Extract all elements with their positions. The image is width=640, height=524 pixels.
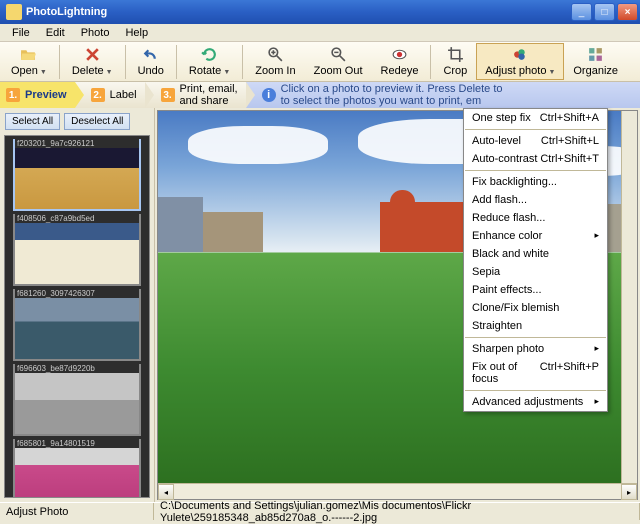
window-title: PhotoLightning <box>26 6 571 18</box>
status-path: C:\Documents and Settings\julian.gomez\M… <box>154 503 640 520</box>
step-bar: 1.Preview 2.Label 3.Print, email, and sh… <box>0 82 640 108</box>
step-print[interactable]: 3.Print, email, and share <box>145 82 246 108</box>
menu-item[interactable]: Paint effects... <box>464 281 607 299</box>
menu-item[interactable]: Add flash... <box>464 191 607 209</box>
menu-edit[interactable]: Edit <box>38 25 73 41</box>
vertical-scrollbar[interactable] <box>621 111 637 483</box>
scroll-right-button[interactable]: ▸ <box>621 484 637 500</box>
menubar: File Edit Photo Help <box>0 24 640 42</box>
statusbar: Adjust Photo C:\Documents and Settings\j… <box>0 502 640 520</box>
menu-item[interactable]: Auto-levelCtrl+Shift+L <box>464 132 607 150</box>
undo-button[interactable]: Undo <box>129 43 173 80</box>
menu-item[interactable]: Clone/Fix blemish <box>464 299 607 317</box>
menu-item[interactable]: Sepia <box>464 263 607 281</box>
deselect-all-button[interactable]: Deselect All <box>64 113 130 130</box>
adjust-photo-button[interactable]: Adjust photo▼ <box>476 43 564 80</box>
close-button[interactable]: × <box>617 3 638 21</box>
zoomout-button[interactable]: Zoom Out <box>305 43 372 80</box>
thumbnail[interactable]: f696603_be87d9220b <box>13 364 141 436</box>
menu-item[interactable]: Advanced adjustments <box>464 393 607 411</box>
thumbnail[interactable]: f408506_c87a9bd5ed <box>13 214 141 286</box>
minimize-button[interactable]: _ <box>571 3 592 21</box>
maximize-button[interactable]: □ <box>594 3 615 21</box>
thumbnail[interactable]: f203201_9a7c926121 <box>13 139 141 211</box>
menu-item[interactable]: One step fixCtrl+Shift+A <box>464 109 607 127</box>
menu-item[interactable]: Sharpen photo <box>464 340 607 358</box>
menu-item[interactable]: Straighten <box>464 317 607 335</box>
menu-file[interactable]: File <box>4 25 38 41</box>
thumbnail[interactable]: f685801_9a14801519 <box>13 439 141 498</box>
hint-bar: iClick on a photo to preview it. Press D… <box>246 82 640 108</box>
titlebar: PhotoLightning _ □ × <box>0 0 640 24</box>
adjust-photo-menu: One step fixCtrl+Shift+A Auto-levelCtrl+S… <box>463 108 608 412</box>
menu-item[interactable]: Enhance color <box>464 227 607 245</box>
menu-item[interactable]: Fix out of focusCtrl+Shift+P <box>464 358 607 388</box>
status-left: Adjust Photo <box>0 503 154 520</box>
select-all-button[interactable]: Select All <box>5 113 60 130</box>
scroll-left-button[interactable]: ◂ <box>158 484 174 500</box>
toolbar: Open▼ Delete▼ Undo Rotate▼ Zoom In Zoom … <box>0 42 640 82</box>
sidebar: Select All Deselect All f203201_9a7c9261… <box>0 108 155 502</box>
thumbnail[interactable]: f681260_3097426307 <box>13 289 141 361</box>
app-icon <box>6 4 22 20</box>
crop-button[interactable]: Crop <box>434 43 476 80</box>
step-label[interactable]: 2.Label <box>75 82 145 108</box>
menu-item[interactable]: Fix backlighting... <box>464 173 607 191</box>
zoomin-button[interactable]: Zoom In <box>246 43 304 80</box>
menu-item[interactable]: Reduce flash... <box>464 209 607 227</box>
delete-button[interactable]: Delete▼ <box>63 43 122 80</box>
info-icon: i <box>262 88 276 102</box>
rotate-button[interactable]: Rotate▼ <box>180 43 239 80</box>
redeye-button[interactable]: Redeye <box>372 43 428 80</box>
open-button[interactable]: Open▼ <box>2 43 56 80</box>
menu-item[interactable]: Auto-contrastCtrl+Shift+T <box>464 150 607 168</box>
step-preview[interactable]: 1.Preview <box>0 82 75 108</box>
horizontal-scrollbar[interactable]: ◂ ▸ <box>158 483 637 499</box>
filmstrip[interactable]: f203201_9a7c926121 f408506_c87a9bd5ed f6… <box>4 135 150 498</box>
organize-button[interactable]: Organize <box>564 43 627 80</box>
menu-help[interactable]: Help <box>117 25 156 41</box>
menu-photo[interactable]: Photo <box>73 25 118 41</box>
menu-item[interactable]: Black and white <box>464 245 607 263</box>
